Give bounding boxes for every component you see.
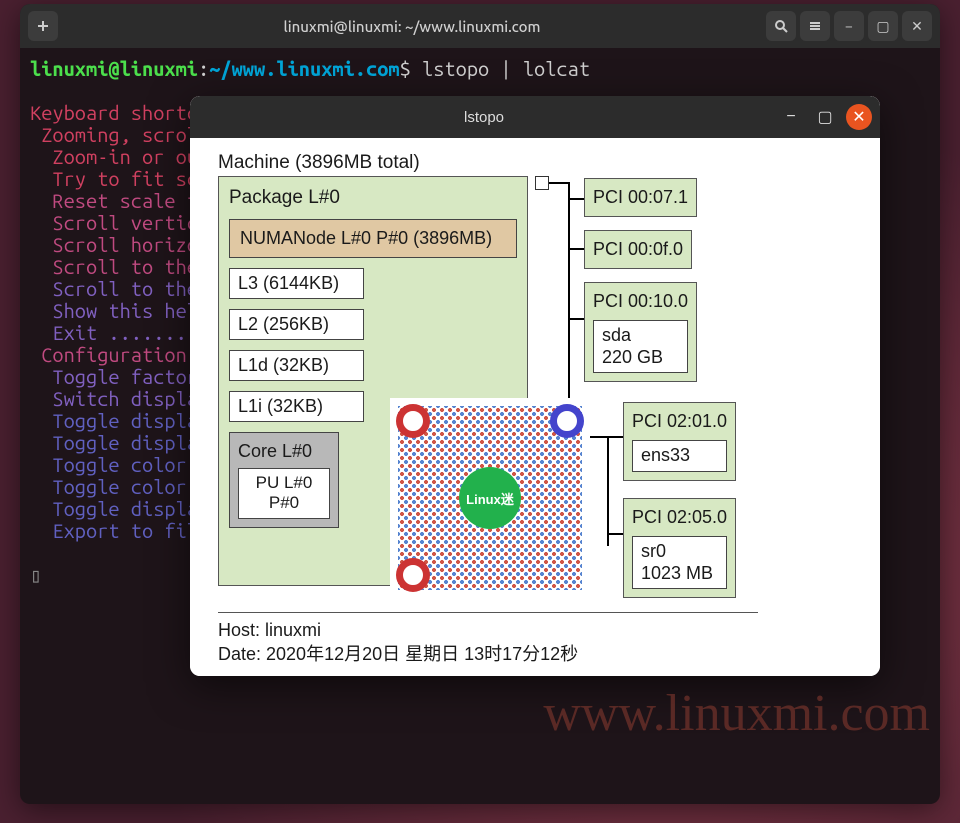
package-label: Package L#0: [229, 187, 517, 209]
bus-line: [568, 318, 584, 320]
device-name: ens33: [641, 445, 718, 467]
device-box: sda 220 GB: [593, 320, 688, 373]
cache-l1i: L1i (32KB): [229, 391, 364, 422]
device-box: ens33: [632, 440, 727, 472]
pci-label: PCI 02:05.0: [632, 507, 727, 528]
minimize-button[interactable]: −: [778, 104, 804, 130]
pci-group: PCI 00:10.0 sda 220 GB: [584, 282, 697, 382]
cache-l2: L2 (256KB): [229, 309, 364, 340]
prompt-path: ~/www.linuxmi.com: [209, 57, 399, 80]
new-tab-button[interactable]: [28, 11, 58, 41]
device-name: sda: [602, 325, 679, 347]
pci-group: PCI 00:0f.0: [584, 230, 692, 269]
bus-line: [607, 436, 609, 546]
maximize-button[interactable]: ▢: [812, 104, 838, 130]
bus-line: [568, 198, 584, 200]
pci-label: PCI 00:07.1: [593, 187, 688, 208]
core-box: Core L#0 PU L#0 P#0: [229, 432, 339, 528]
lstopo-title: lstopo: [198, 109, 770, 126]
close-button[interactable]: ✕: [902, 11, 932, 41]
pci-group: PCI 02:01.0 ens33: [623, 402, 736, 481]
lstopo-body[interactable]: Machine (3896MB total) Package L#0 NUMAN…: [190, 138, 880, 676]
bus-line: [549, 182, 569, 184]
core-label: Core L#0: [238, 441, 330, 462]
footer-date: Date: 2020年12月20日 星期日 13时17分12秒: [218, 643, 758, 666]
pci-group: PCI 02:05.0 sr0 1023 MB: [623, 498, 736, 598]
machine-label: Machine (3896MB total): [218, 152, 420, 174]
pu-box: PU L#0 P#0: [238, 468, 330, 519]
device-size: 220 GB: [602, 347, 679, 369]
pci-label: PCI 02:01.0: [632, 411, 727, 432]
lstopo-window: lstopo − ▢ ✕ Machine (3896MB total) Pack…: [190, 96, 880, 676]
device-size: 1023 MB: [641, 563, 718, 585]
pci-label: PCI 00:0f.0: [593, 239, 683, 260]
minimize-button[interactable]: −: [834, 11, 864, 41]
menu-icon[interactable]: [800, 11, 830, 41]
pci-group: PCI 00:07.1: [584, 178, 697, 217]
bus-line: [607, 436, 623, 438]
qr-label: Linux迷: [459, 467, 521, 529]
qr-code-icon: Linux迷: [390, 398, 590, 598]
close-button[interactable]: ✕: [846, 104, 872, 130]
search-icon[interactable]: [766, 11, 796, 41]
device-box: sr0 1023 MB: [632, 536, 727, 589]
bus-line: [607, 533, 623, 535]
root-node-icon: [535, 176, 549, 190]
pci-label: PCI 00:10.0: [593, 291, 688, 312]
device-name: sr0: [641, 541, 718, 563]
cache-l3: L3 (6144KB): [229, 268, 364, 299]
pu-line2: P#0: [247, 493, 321, 513]
terminal-titlebar: linuxmi@linuxmi: ~/www.linuxmi.com − ▢ ✕: [20, 4, 940, 48]
cache-l1d: L1d (32KB): [229, 350, 364, 381]
prompt-user: linuxmi@linuxmi: [30, 57, 198, 80]
command-text: lstopo | lolcat: [422, 57, 590, 80]
pu-line1: PU L#0: [247, 473, 321, 493]
lstopo-footer: Host: linuxmi Date: 2020年12月20日 星期日 13时1…: [218, 612, 758, 666]
footer-host: Host: linuxmi: [218, 619, 758, 642]
bus-line: [568, 248, 584, 250]
terminal-title: linuxmi@linuxmi: ~/www.linuxmi.com: [58, 18, 766, 35]
watermark-text: www.linuxmi.com: [543, 684, 930, 743]
lstopo-titlebar: lstopo − ▢ ✕: [190, 96, 880, 138]
maximize-button[interactable]: ▢: [868, 11, 898, 41]
numa-node: NUMANode L#0 P#0 (3896MB): [229, 219, 517, 258]
